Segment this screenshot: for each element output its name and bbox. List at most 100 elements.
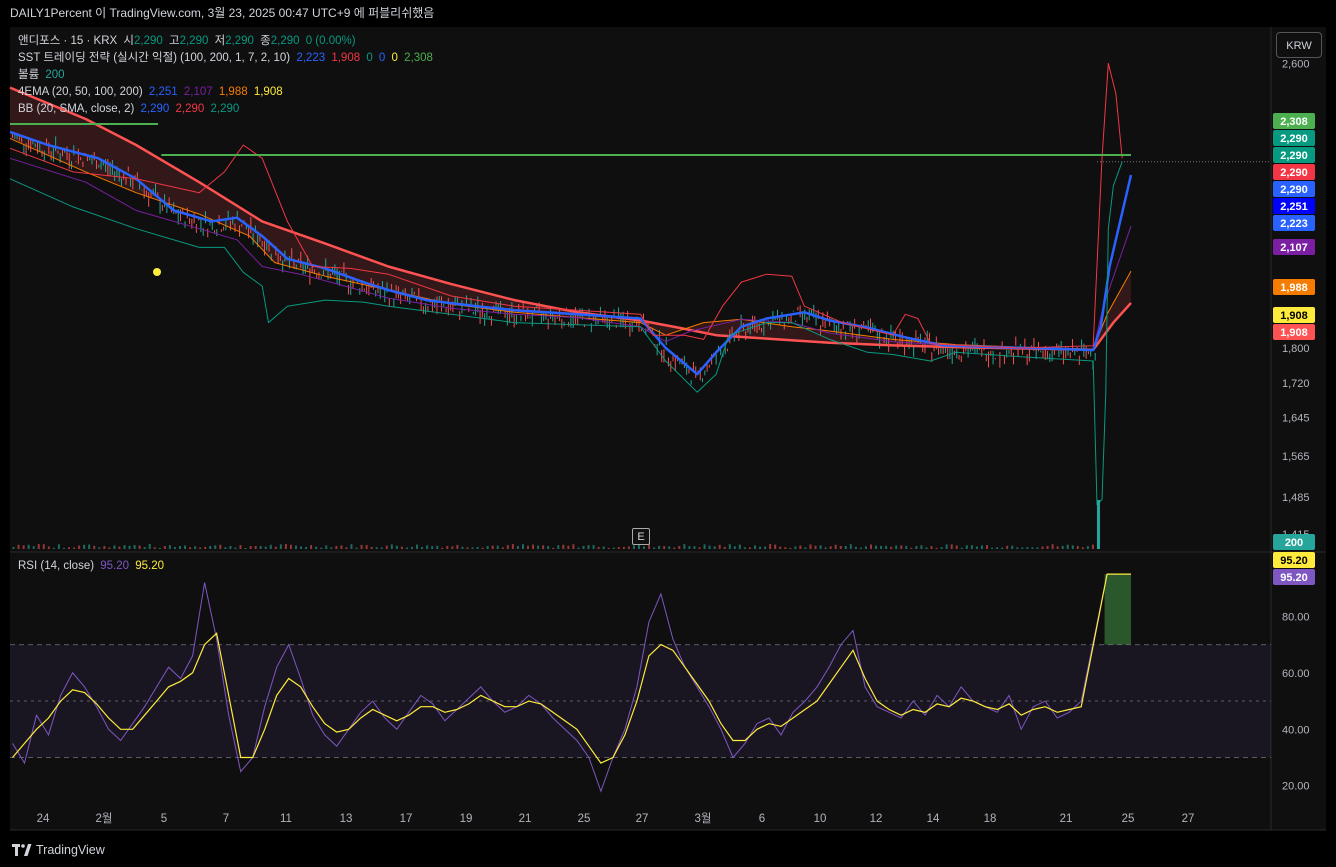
signal-dot[interactable] [153, 268, 161, 276]
tradingview-logo[interactable]: TradingView [12, 841, 105, 859]
bb-legend[interactable]: BB (20, SMA, close, 2) 2,290 2,290 2,290 [18, 102, 242, 117]
volume-bar [1091, 544, 1094, 549]
volume-bar [713, 546, 716, 549]
volume-bar [239, 545, 242, 549]
volume-bar [859, 547, 862, 549]
time-tick-label: 27 [1182, 813, 1195, 825]
sst-label[interactable]: SST 트레이딩 전략 (실시간 익절) (100, 200, 1, 7, 2,… [18, 52, 290, 64]
volume-bar [1096, 500, 1100, 549]
volume-bar [774, 544, 777, 549]
volume-bar [653, 547, 656, 549]
volume-bar [542, 545, 545, 549]
rsi-legend[interactable]: RSI (14, close) 95.20 95.20 [18, 559, 167, 574]
symbol-legend[interactable]: 앤디포스 · 15 · KRX 시2,290 고2,290 저2,290 종2,… [18, 34, 359, 49]
bb-label[interactable]: BB (20, SMA, close, 2) [18, 103, 134, 115]
volume-bar [562, 544, 565, 549]
volume-bar [829, 546, 832, 549]
volume-bar [834, 544, 837, 549]
volume-bar [254, 546, 257, 549]
volume-bar [708, 545, 711, 549]
currency-button[interactable]: KRW [1276, 32, 1322, 58]
volume-bar [854, 546, 857, 549]
low-value: 2,290 [225, 35, 254, 47]
rsi-label[interactable]: RSI (14, close) [18, 560, 94, 572]
price-axis-label-text: 2,290 [1280, 167, 1308, 179]
volume-bar [703, 544, 706, 549]
sst-legend[interactable]: SST 트레이딩 전략 (실시간 익절) (100, 200, 1, 7, 2,… [18, 51, 436, 66]
volume-bar [431, 546, 434, 549]
volume-bar [723, 546, 726, 549]
rsi-tick-label: 40.00 [1282, 724, 1310, 736]
volume-bar [1041, 546, 1044, 549]
volume-bar [975, 546, 978, 549]
volume-bar [839, 545, 842, 549]
time-tick-label: 14 [927, 813, 940, 825]
ema-200-value: 1,908 [253, 86, 283, 98]
bb-basis-value: 2,290 [140, 103, 170, 115]
volume-bar [189, 547, 192, 549]
volume-bar [627, 546, 630, 549]
volume-bar [380, 547, 383, 549]
ema-20-value: 2,251 [148, 86, 178, 98]
volume-bar [496, 545, 499, 549]
volume-bar [219, 544, 222, 549]
volume-bar [527, 545, 530, 549]
volume-bar [83, 544, 86, 549]
volume-bar [466, 547, 469, 549]
volume-bar [1001, 547, 1004, 549]
symbol-name[interactable]: 앤디포스 · 15 · KRX [18, 35, 117, 47]
volume-bar [350, 544, 353, 549]
volume-bar [683, 544, 686, 549]
volume-bar [733, 546, 736, 549]
chart-screenshot: DAILY1Percent 이 TradingView.com, 3월 23, … [0, 0, 1336, 867]
series-4ema-20[interactable] [9, 130, 1133, 376]
ema-legend[interactable]: 4EMA (20, 50, 100, 200) 2,251 2,107 1,98… [18, 85, 286, 100]
volume-bar [895, 545, 898, 549]
high-label: 고 [168, 35, 180, 47]
time-tick-label: 5 [161, 813, 167, 825]
volume-bar [118, 546, 121, 549]
bb-lower-value: 2,290 [210, 103, 240, 115]
volume-legend[interactable]: 볼륨 200 [18, 68, 68, 83]
volume-bar [900, 545, 903, 549]
change-value: 0 (0.00%) [305, 35, 356, 47]
volume-label[interactable]: 볼륨 [18, 69, 39, 81]
volume-bar [521, 544, 524, 549]
volume-bar [910, 547, 913, 549]
volume-bar [209, 545, 212, 549]
rsi-panel[interactable] [10, 573, 1271, 793]
volume-bar [340, 545, 343, 549]
volume-bar [168, 545, 171, 549]
price-tick-label: 2,600 [1282, 58, 1310, 70]
price-panel[interactable] [9, 62, 1271, 549]
volume-bar [663, 546, 666, 549]
volume-bar [405, 547, 408, 549]
volume-bar [370, 546, 373, 549]
volume-bar [184, 545, 187, 549]
volume-bar [748, 547, 751, 549]
sst-value-1: 2,223 [296, 52, 326, 64]
volume-bar [784, 547, 787, 549]
volume-bar [617, 547, 620, 549]
sst-value-3: 0 [366, 52, 373, 64]
volume-bar [1031, 547, 1034, 549]
volume-bar [940, 547, 943, 549]
volume-bar [446, 545, 449, 549]
rsi-tick-label: 60.00 [1282, 668, 1310, 680]
volume-bar [456, 544, 459, 549]
volume-bar [688, 546, 691, 549]
close-label: 종 [260, 35, 271, 47]
series-bb-lower[interactable] [9, 161, 1123, 506]
volume-bar [73, 547, 76, 549]
volume-bar [1051, 544, 1054, 549]
volume-bar [597, 546, 600, 549]
ema-label[interactable]: 4EMA (20, 50, 100, 200) [18, 86, 143, 98]
time-tick-label: 13 [340, 813, 353, 825]
volume-bar [284, 544, 287, 549]
earnings-badge[interactable]: E [632, 528, 650, 545]
volume-bar [759, 546, 762, 549]
volume-bar [47, 546, 50, 549]
volume-bar [224, 547, 227, 549]
chart-svg[interactable]: 2,6001,8001,7201,6451,5651,4851,4152,308… [0, 0, 1336, 867]
volume-bar [587, 545, 590, 549]
